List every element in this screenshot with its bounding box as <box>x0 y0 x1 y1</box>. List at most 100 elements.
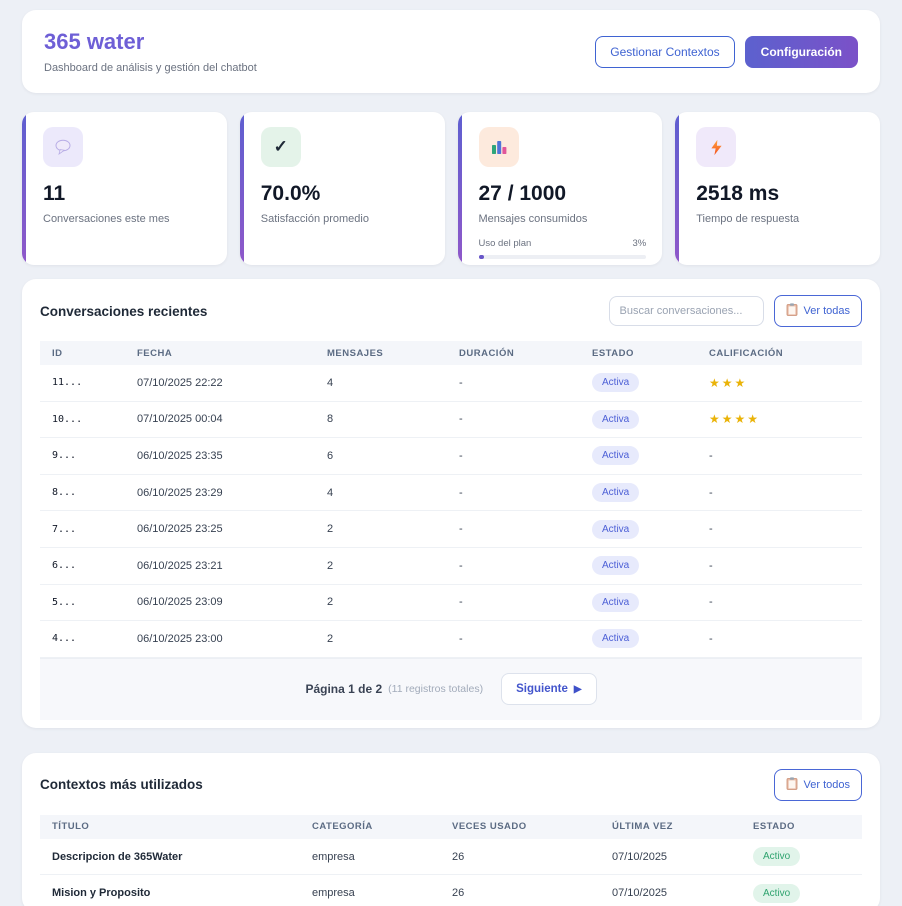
column-duracion: DURACIÓN <box>459 348 592 359</box>
conversation-row[interactable]: 9... 06/10/2025 23:35 6 - Activa - <box>40 438 862 475</box>
stat-card: ✓ 70.0% Satisfacción promedio <box>240 112 445 265</box>
cell-duracion: - <box>459 633 592 645</box>
status-badge: Activa <box>592 410 639 429</box>
progress-fill <box>479 255 484 259</box>
contexts-header: Contextos más utilizados Ver todos <box>22 753 880 815</box>
view-all-contexts-button[interactable]: Ver todos <box>774 769 862 801</box>
rating-stars: - <box>709 596 862 608</box>
clipboard-icon <box>786 777 798 793</box>
column-categoria: CATEGORÍA <box>312 821 452 832</box>
rating-stars: ★★★★ <box>709 412 862 426</box>
cell-duracion: - <box>459 560 592 572</box>
play-icon: ▶ <box>574 684 582 695</box>
page-subtitle: Dashboard de análisis y gestión del chat… <box>44 62 257 74</box>
column-calificacion: CALIFICACIÓN <box>709 348 862 359</box>
conversations-section: Conversaciones recientes Ver todas ID FE… <box>22 279 880 728</box>
conversations-header: Conversaciones recientes Ver todas <box>22 279 880 341</box>
column-titulo: TÍTULO <box>52 821 312 832</box>
status-badge: Activa <box>592 556 639 575</box>
contexts-section: Contextos más utilizados Ver todos TÍTUL… <box>22 753 880 906</box>
cell-categoria: empresa <box>312 887 452 899</box>
cell-veces-usado: 26 <box>452 887 612 899</box>
cell-fecha: 06/10/2025 23:09 <box>137 596 327 608</box>
stat-value: 11 <box>43 182 211 206</box>
conversation-row[interactable]: 4... 06/10/2025 23:00 2 - Activa - <box>40 621 862 658</box>
cell-duracion: - <box>459 377 592 389</box>
cell-mensajes: 2 <box>327 560 459 572</box>
status-badge: Activa <box>592 483 639 502</box>
context-row[interactable]: Mision y Proposito empresa 26 07/10/2025… <box>40 875 862 906</box>
cell-id: 11... <box>52 377 137 388</box>
cell-fecha: 07/10/2025 22:22 <box>137 377 327 389</box>
plan-usage-progress: Uso del plan 3% <box>479 238 647 259</box>
status-badge: Activo <box>753 884 800 903</box>
status-badge: Activa <box>592 446 639 465</box>
cell-fecha: 06/10/2025 23:21 <box>137 560 327 572</box>
conversation-row[interactable]: 7... 06/10/2025 23:25 2 - Activa - <box>40 511 862 548</box>
stat-card: 11 Conversaciones este mes <box>22 112 227 265</box>
gestionar-contextos-button[interactable]: Gestionar Contextos <box>595 36 734 68</box>
progress-percent: 3% <box>633 238 647 249</box>
cell-veces-usado: 26 <box>452 851 612 863</box>
cell-duracion: - <box>459 413 592 425</box>
rating-stars: - <box>709 560 862 572</box>
cell-mensajes: 6 <box>327 450 459 462</box>
column-id: ID <box>52 348 137 359</box>
column-mensajes: MENSAJES <box>327 348 459 359</box>
stat-value: 70.0% <box>261 182 429 206</box>
status-badge: Activa <box>592 520 639 539</box>
stat-card: 27 / 1000 Mensajes consumidos Uso del pl… <box>458 112 663 265</box>
configuracion-button[interactable]: Configuración <box>745 36 858 68</box>
header-text: 365 water Dashboard de análisis y gestió… <box>44 29 257 74</box>
conversation-row[interactable]: 6... 06/10/2025 23:21 2 - Activa - <box>40 548 862 585</box>
stat-value: 2518 ms <box>696 182 864 206</box>
cell-fecha: 06/10/2025 23:35 <box>137 450 327 462</box>
cell-ultima-vez: 07/10/2025 <box>612 851 753 863</box>
context-row[interactable]: Descripcion de 365Water empresa 26 07/10… <box>40 839 862 876</box>
cell-id: 7... <box>52 524 137 535</box>
cell-ultima-vez: 07/10/2025 <box>612 887 753 899</box>
bar-chart-icon <box>479 127 519 167</box>
conversation-row[interactable]: 11... 07/10/2025 22:22 4 - Activa ★★★ <box>40 365 862 402</box>
conversation-row[interactable]: 5... 06/10/2025 23:09 2 - Activa - <box>40 585 862 622</box>
status-badge: Activa <box>592 629 639 648</box>
cell-duracion: - <box>459 596 592 608</box>
cell-mensajes: 4 <box>327 377 459 389</box>
cell-id: 10... <box>52 414 137 425</box>
rating-stars: - <box>709 487 862 499</box>
column-fecha: FECHA <box>137 348 327 359</box>
pagination: Página 1 de 2 (11 registros totales) Sig… <box>40 658 862 720</box>
column-estado: ESTADO <box>592 348 709 359</box>
conversation-row[interactable]: 10... 07/10/2025 00:04 8 - Activa ★★★★ <box>40 402 862 439</box>
stat-label: Mensajes consumidos <box>479 213 647 225</box>
cell-fecha: 06/10/2025 23:25 <box>137 523 327 535</box>
cell-mensajes: 2 <box>327 596 459 608</box>
view-all-label: Ver todos <box>804 779 850 791</box>
stat-card: 2518 ms Tiempo de respuesta <box>675 112 880 265</box>
cell-id: 5... <box>52 597 137 608</box>
cell-id: 4... <box>52 633 137 644</box>
cell-mensajes: 8 <box>327 413 459 425</box>
cell-fecha: 06/10/2025 23:00 <box>137 633 327 645</box>
cell-duracion: - <box>459 450 592 462</box>
stat-label: Satisfacción promedio <box>261 213 429 225</box>
cell-mensajes: 2 <box>327 633 459 645</box>
next-page-button[interactable]: Siguiente ▶ <box>501 673 596 705</box>
cell-mensajes: 2 <box>327 523 459 535</box>
stats-row: 11 Conversaciones este mes ✓ 70.0% Satis… <box>22 112 880 265</box>
view-all-conversations-button[interactable]: Ver todas <box>774 295 862 327</box>
rating-stars: - <box>709 633 862 645</box>
view-all-label: Ver todas <box>804 305 850 317</box>
cell-titulo: Descripcion de 365Water <box>52 851 312 863</box>
contexts-table-body: Descripcion de 365Water empresa 26 07/10… <box>40 839 862 906</box>
conversations-table-body: 11... 07/10/2025 22:22 4 - Activa ★★★ 10… <box>40 365 862 658</box>
search-conversations-input[interactable] <box>609 296 764 326</box>
stat-label: Tiempo de respuesta <box>696 213 864 225</box>
cell-duracion: - <box>459 523 592 535</box>
records-total: (11 registros totales) <box>388 683 483 695</box>
conversations-table-header: ID FECHA MENSAJES DURACIÓN ESTADO CALIFI… <box>40 341 862 365</box>
cell-fecha: 07/10/2025 00:04 <box>137 413 327 425</box>
cell-mensajes: 4 <box>327 487 459 499</box>
clipboard-icon <box>786 303 798 319</box>
conversation-row[interactable]: 8... 06/10/2025 23:29 4 - Activa - <box>40 475 862 512</box>
